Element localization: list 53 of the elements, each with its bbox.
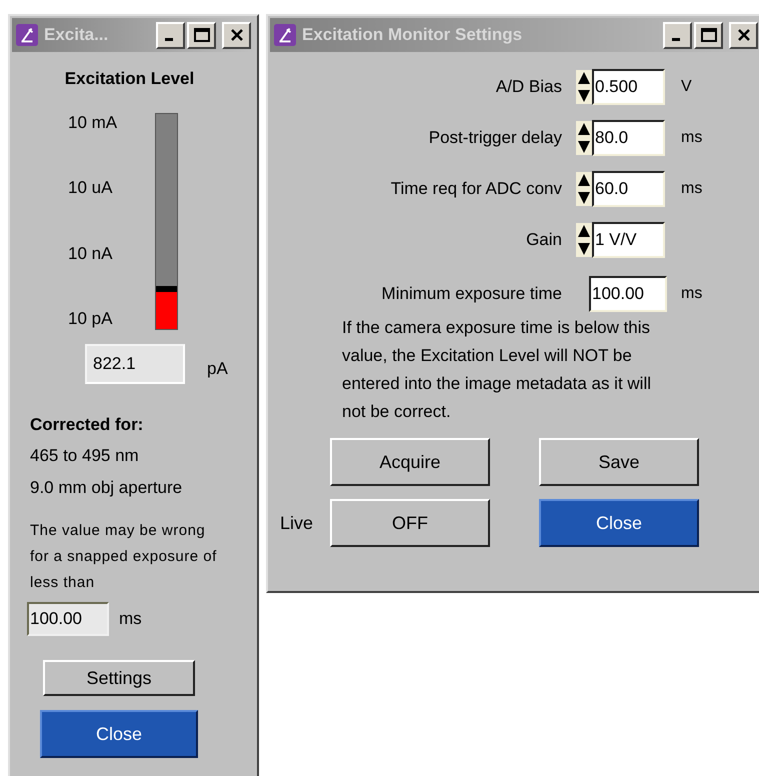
push-button[interactable]: Close xyxy=(539,499,699,547)
field-label: Time req for ADC conv xyxy=(390,178,562,200)
push-button[interactable]: Close xyxy=(40,710,198,758)
close-button[interactable] xyxy=(729,22,758,48)
minimize-icon xyxy=(165,38,173,41)
unit-label: V xyxy=(681,77,692,97)
scale-label: 10 mA xyxy=(68,112,118,134)
close-button[interactable] xyxy=(222,22,251,48)
spinner-arrows-icon[interactable] xyxy=(576,121,592,155)
window-title: Excita... xyxy=(44,24,110,46)
unit-label: pA xyxy=(207,358,228,380)
meter-heading: Excitation Level xyxy=(64,68,196,90)
close-icon xyxy=(736,28,750,42)
minimize-icon xyxy=(672,38,680,41)
unit-label: ms xyxy=(681,179,702,199)
warning-text: The value may be wrong for a snapped exposure of less than xyxy=(30,521,218,593)
input-field[interactable]: 100.00 xyxy=(589,276,667,312)
spinner-arrows-icon[interactable] xyxy=(576,70,592,104)
field-label: Post-trigger delay xyxy=(428,127,562,150)
unit-label: ms xyxy=(681,284,702,304)
field-label: A/D Bias xyxy=(494,76,562,98)
field-label: Gain xyxy=(525,229,562,252)
scale-label: 10 uA xyxy=(68,177,114,199)
push-button[interactable]: Acquire xyxy=(330,438,490,486)
unit-label: ms xyxy=(119,608,142,630)
live-label: Live xyxy=(279,512,314,534)
field-label: Minimum exposure time xyxy=(380,283,562,306)
maximize-button[interactable] xyxy=(187,22,216,48)
push-button[interactable]: OFF xyxy=(330,499,490,547)
note-text: If the camera exposure time is below this value, the Excitation Level will NOT be entered into the image metadata as it will not be correct. xyxy=(342,317,652,423)
maximize-icon xyxy=(700,28,716,42)
maximize-icon xyxy=(194,28,210,42)
push-button[interactable]: Settings xyxy=(43,660,195,696)
input-field[interactable]: 0.500 xyxy=(592,69,665,105)
exposure-field: 100.00 xyxy=(27,602,109,636)
minimize-button[interactable] xyxy=(156,22,185,48)
close-icon xyxy=(230,28,244,42)
section-heading: Corrected for: xyxy=(30,414,144,436)
maximize-button[interactable] xyxy=(694,22,723,48)
scale-label: 10 pA xyxy=(68,308,114,330)
reading-field: 822.1 xyxy=(85,344,185,384)
push-button[interactable]: Save xyxy=(539,438,699,486)
spinner-arrows-icon[interactable] xyxy=(576,223,592,257)
info-text: 9.0 mm obj aperture xyxy=(30,476,184,498)
spinner-arrows-icon[interactable] xyxy=(576,172,592,206)
info-text: 465 to 495 nm xyxy=(30,445,140,467)
input-field[interactable]: 60.0 xyxy=(592,171,665,207)
minimize-button[interactable] xyxy=(663,22,692,48)
scale-label: 10 nA xyxy=(68,242,114,264)
input-field[interactable]: 80.0 xyxy=(592,120,665,156)
input-field[interactable]: 1 V/V xyxy=(592,222,665,258)
window-title: Excitation Monitor Settings xyxy=(302,24,524,46)
unit-label: ms xyxy=(681,128,702,148)
